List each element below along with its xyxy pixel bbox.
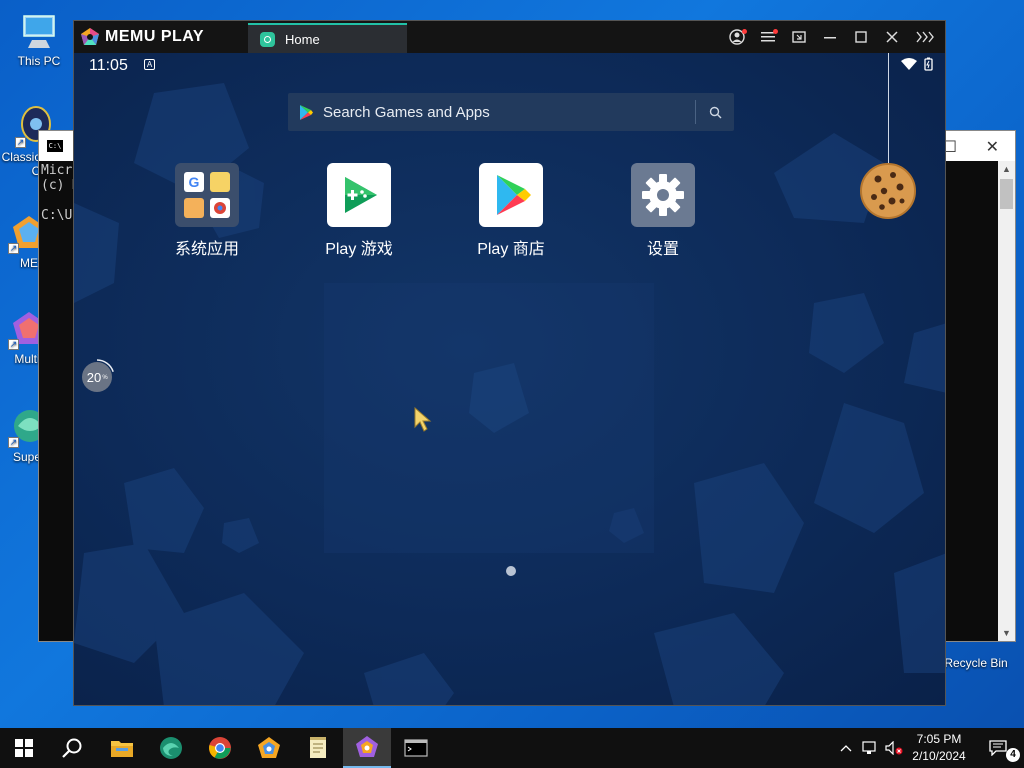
- play-store-icon: [479, 163, 543, 227]
- notification-dot: [773, 29, 778, 34]
- action-center-button[interactable]: 4: [974, 728, 1022, 768]
- scroll-thumb[interactable]: [1000, 179, 1013, 209]
- cookie-icon[interactable]: [860, 163, 916, 219]
- desktop-icon-label: Recycle Bin: [944, 656, 1008, 670]
- shortcut-arrow-icon: ↗: [8, 339, 19, 350]
- play-games-icon: [327, 163, 391, 227]
- shortcut-arrow-icon: ↗: [8, 243, 19, 254]
- app-label: 设置: [646, 241, 679, 258]
- search-icon[interactable]: [696, 93, 734, 131]
- taskbar-clock[interactable]: 7:05 PM 2/10/2024: [906, 728, 972, 768]
- show-hidden-icons-button[interactable]: [834, 728, 858, 768]
- keyboard-badge: A: [144, 59, 155, 70]
- page-indicator-dot[interactable]: [506, 566, 516, 576]
- scroll-down-icon[interactable]: ▼: [998, 628, 1015, 638]
- shortcut-arrow-icon: ↗: [15, 137, 26, 148]
- screen-cast-icon[interactable]: [789, 27, 809, 47]
- notepad-icon: [310, 737, 326, 758]
- settings-gear-icon: [631, 163, 695, 227]
- minimize-icon[interactable]: [820, 27, 840, 47]
- taskbar-memu[interactable]: [245, 728, 293, 768]
- close-icon[interactable]: [882, 27, 902, 47]
- volume-tray-icon[interactable]: [882, 728, 906, 768]
- memu-icon: [258, 737, 280, 758]
- taskbar-chrome[interactable]: [196, 728, 244, 768]
- notifications-icon: [989, 740, 1007, 756]
- taskbar-multi-memu[interactable]: [343, 728, 391, 768]
- network-icon: [862, 741, 876, 754]
- multi-memu-icon: [356, 736, 378, 757]
- chevron-up-icon: [840, 745, 852, 752]
- notification-dot: [742, 29, 747, 34]
- command-prompt-icon: [404, 739, 428, 757]
- notification-count: 4: [1006, 748, 1020, 762]
- maximize-icon[interactable]: [851, 27, 871, 47]
- android-status-bar: 11:05 A: [74, 53, 945, 77]
- memu-logo: MEMU PLAY: [80, 27, 204, 47]
- taskbar-edge[interactable]: [147, 728, 195, 768]
- computer-icon: [18, 10, 60, 52]
- app-play-store[interactable]: Play 商店: [456, 163, 566, 259]
- desktop-icon-this-pc[interactable]: This PC: [4, 10, 74, 68]
- close-icon[interactable]: ✕: [986, 137, 999, 157]
- folder-icon: [111, 741, 133, 757]
- progress-value: 20: [87, 370, 101, 385]
- chrome-icon: [209, 737, 231, 759]
- windows-logo-icon: [15, 739, 33, 757]
- battery-icon: [924, 57, 933, 71]
- search-icon: [62, 738, 82, 758]
- app-system-apps[interactable]: G 系统应用: [152, 163, 262, 259]
- app-settings[interactable]: 设置: [608, 163, 718, 259]
- taskbar-command-prompt[interactable]: [392, 728, 440, 768]
- search-placeholder[interactable]: Search Games and Apps: [323, 104, 695, 121]
- search-button[interactable]: [48, 728, 96, 768]
- cookie-string: [888, 53, 889, 165]
- google-play-icon: [300, 104, 313, 120]
- shortcut-arrow-icon: ↗: [8, 437, 19, 448]
- app-label: Play 商店: [477, 241, 545, 258]
- progress-unit: %: [102, 375, 108, 381]
- edge-browser-icon: [160, 737, 182, 759]
- memu-window[interactable]: MEMU PLAY Home 11:05 A Search Games and …: [73, 20, 946, 706]
- app-label: Play 游戏: [325, 241, 393, 258]
- mouse-cursor-icon: [414, 407, 432, 432]
- status-clock: 11:05: [89, 57, 128, 74]
- clock-date: 2/10/2024: [912, 749, 966, 763]
- svg-text:G: G: [189, 174, 200, 190]
- taskbar-file-explorer[interactable]: [98, 728, 146, 768]
- menu-icon[interactable]: [758, 27, 778, 47]
- taskbar: 7:05 PM 2/10/2024 4: [0, 728, 1024, 768]
- taskbar-notepad[interactable]: [294, 728, 342, 768]
- start-button[interactable]: [0, 728, 48, 768]
- android-screen[interactable]: 11:05 A Search Games and Apps G 系统应用 Pla…: [74, 53, 945, 705]
- memu-logo-icon: [81, 28, 99, 45]
- system-apps-folder-icon: G: [175, 163, 239, 227]
- clock-time: 7:05 PM: [916, 732, 962, 746]
- scroll-up-icon[interactable]: ▲: [998, 164, 1015, 174]
- network-tray-icon[interactable]: [858, 728, 882, 768]
- expand-sidebar-icon[interactable]: [915, 27, 935, 47]
- tab-home[interactable]: Home: [248, 23, 407, 53]
- background-pentagons: [74, 83, 945, 705]
- memu-titlebar[interactable]: MEMU PLAY Home: [74, 21, 945, 53]
- wifi-icon: [901, 58, 917, 70]
- console-scrollbar[interactable]: ▲ ▼: [998, 161, 1015, 641]
- account-icon[interactable]: [727, 27, 747, 47]
- desktop-icon-label: This PC: [17, 54, 61, 68]
- search-bar[interactable]: Search Games and Apps: [288, 93, 734, 131]
- app-play-games[interactable]: Play 游戏: [304, 163, 414, 259]
- volume-muted-icon: [885, 741, 903, 755]
- console-app-icon: C:\: [47, 140, 63, 152]
- home-tab-icon: [260, 31, 275, 47]
- app-label: 系统应用: [174, 241, 239, 258]
- progress-ring[interactable]: 20 %: [79, 359, 115, 395]
